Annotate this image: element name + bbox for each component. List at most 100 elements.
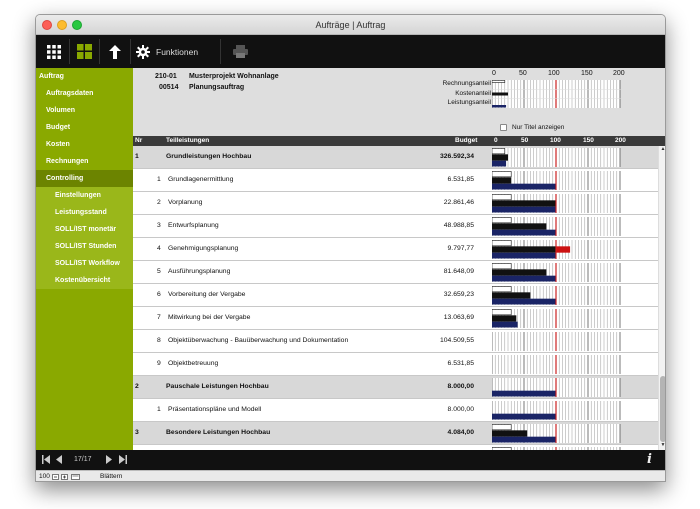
- row-title: Entwurfsplanung: [168, 222, 219, 229]
- performance-bar: [492, 105, 507, 108]
- row-budget: 8.000,00: [447, 406, 474, 413]
- close-window-button[interactable]: [42, 20, 52, 30]
- row-title: Objektbetreuung: [168, 360, 219, 367]
- col-scale-tick: 0: [494, 137, 498, 144]
- performance-bar: [492, 298, 556, 305]
- col-scale-tick: 200: [615, 137, 626, 144]
- row-progress-chart: [492, 332, 621, 351]
- scroll-up-icon[interactable]: ▲: [659, 146, 665, 153]
- row-number: 2: [157, 199, 161, 206]
- minimize-window-button[interactable]: [57, 20, 67, 30]
- next-record-icon[interactable]: [106, 455, 112, 466]
- invoice-bar: [492, 424, 512, 431]
- sidebar-subitem-einstellungen[interactable]: Einstellungen: [36, 187, 133, 204]
- sidebar: Auftrag Auftragsdaten Volumen Budget Kos…: [36, 68, 133, 450]
- up-button[interactable]: [103, 39, 127, 64]
- grid-button[interactable]: [42, 39, 66, 64]
- table-group-row[interactable]: 1 Grundleistungen Hochbau 326.592,34: [133, 146, 658, 169]
- table-row[interactable]: 2 Vorplanung 22.861,46: [133, 192, 658, 215]
- cost-bar: [492, 292, 531, 299]
- row-progress-chart: [492, 263, 621, 282]
- row-number: 4: [157, 245, 161, 252]
- row-number: 6: [157, 291, 161, 298]
- performance-table: 1 Grundleistungen Hochbau 326.592,34 1 Grund…: [133, 146, 658, 450]
- scroll-thumb[interactable]: [660, 376, 665, 442]
- table-group-row[interactable]: 3 Besondere Leistungen Hochbau 4.084,00: [133, 422, 658, 445]
- zoom-level[interactable]: 100: [39, 473, 50, 480]
- table-row[interactable]: 5 Ausführungsplanung 81.648,09: [133, 261, 658, 284]
- row-title: Präsentationspläne und Modell: [168, 406, 262, 413]
- mode-label[interactable]: Blättern: [100, 473, 122, 480]
- table-row[interactable]: 6 Vorbereitung der Vergabe 32.659,23: [133, 284, 658, 307]
- previous-record-icon[interactable]: [56, 455, 62, 466]
- invoice-bar: [492, 148, 506, 155]
- print-button[interactable]: [228, 39, 252, 64]
- functions-label: Funktionen: [156, 46, 199, 57]
- row-number: 1: [157, 406, 161, 413]
- sidebar-item-auftragsdaten[interactable]: Auftragsdaten: [36, 85, 133, 102]
- sidebar-subitem-soll-ist-stunden[interactable]: SOLL/IST Stunden: [36, 238, 133, 255]
- titles-only-toggle[interactable]: Nur Titel anzeigen: [500, 124, 564, 131]
- zoom-in-icon[interactable]: [61, 474, 68, 481]
- scroll-down-icon[interactable]: ▼: [659, 442, 665, 449]
- sidebar-item-budget[interactable]: Budget: [36, 119, 133, 136]
- table-row[interactable]: 3 Entwurfsplanung 48.988,85: [133, 215, 658, 238]
- titles-only-checkbox[interactable]: [500, 124, 507, 131]
- sidebar-header-auftrag[interactable]: Auftrag: [36, 68, 133, 85]
- table-group-row[interactable]: 2 Pauschale Leistungen Hochbau 8.000,00: [133, 376, 658, 399]
- cost-bar: [492, 430, 528, 437]
- row-progress-chart: [492, 217, 621, 236]
- table-row[interactable]: 4 Genehmigungsplanung 9.797,77: [133, 238, 658, 261]
- row-progress-chart: [492, 194, 621, 213]
- sidebar-subitem-soll-ist-workflow[interactable]: SOLL/IST Workflow: [36, 255, 133, 272]
- row-budget: 32.659,23: [443, 291, 474, 298]
- titles-only-label: Nur Titel anzeigen: [512, 124, 565, 131]
- functions-button[interactable]: Funktionen: [136, 39, 216, 64]
- sidebar-item-rechnungen[interactable]: Rechnungen: [36, 153, 133, 170]
- sidebar-subitem-soll-ist-monetaer[interactable]: SOLL/IST monetär: [36, 221, 133, 238]
- invoice-bar: [492, 240, 512, 247]
- row-progress-chart: [492, 309, 621, 328]
- table-row[interactable]: 8 Objektüberwachung - Bauüberwachung und …: [133, 330, 658, 353]
- sidebar-subitem-leistungsstand[interactable]: Leistungsstand: [36, 204, 133, 221]
- row-number: 7: [157, 314, 161, 321]
- layout-toggle-icon[interactable]: [71, 474, 80, 481]
- col-scale-tick: 100: [550, 137, 561, 144]
- sidebar-item-controlling[interactable]: Controlling: [36, 170, 133, 187]
- sidebar-item-volumen[interactable]: Volumen: [36, 102, 133, 119]
- row-progress-chart: [492, 401, 621, 420]
- last-record-icon[interactable]: [119, 455, 127, 466]
- legend-bars: [492, 80, 621, 108]
- table-row[interactable]: 9 Objektbetreuung 6.531,85: [133, 353, 658, 376]
- row-progress-chart: [492, 355, 621, 374]
- row-title: Objektüberwachung - Bauüberwachung und D…: [168, 337, 349, 344]
- legend-scale: 0 50 100 150 200: [492, 70, 625, 78]
- bottom-bar: 100 Blättern: [36, 470, 665, 481]
- cost-share-bar: [492, 89, 621, 99]
- invoice-share-label: Rechnungsanteil: [442, 80, 491, 87]
- info-icon[interactable]: i: [647, 452, 652, 467]
- invoice-bar: [492, 80, 506, 83]
- sidebar-subitem-kostenuebersicht[interactable]: Kostenübersicht: [36, 272, 133, 289]
- table-row[interactable]: 1 Grundlagenermittlung 6.531,85: [133, 169, 658, 192]
- layout-button[interactable]: [72, 39, 96, 64]
- main-content: 210-01 Musterprojekt Wohnanlage 00514 Pl…: [133, 68, 665, 450]
- performance-bar: [492, 436, 556, 443]
- sidebar-submenu: Einstellungen Leistungsstand SOLL/IST mo…: [36, 187, 133, 289]
- zoom-window-button[interactable]: [72, 20, 82, 30]
- vertical-scrollbar[interactable]: ▲ ▼: [658, 146, 665, 450]
- first-record-icon[interactable]: [42, 455, 50, 466]
- grid-icon: [47, 44, 61, 59]
- project-number: 210-01: [155, 73, 177, 80]
- table-header: Nr Teilleistungen Budget 0 50 100 150 20…: [133, 136, 665, 146]
- table-row[interactable]: 7 Mitwirkung bei der Vergabe 13.063,69: [133, 307, 658, 330]
- title-bar: Aufträge | Auftrag: [36, 15, 665, 35]
- cost-bar: [492, 223, 547, 230]
- layout-icon: [76, 44, 92, 59]
- col-scale-tick: 150: [583, 137, 594, 144]
- project-line: 210-01 Musterprojekt Wohnanlage: [155, 73, 279, 80]
- toolbar: Funktionen: [36, 35, 665, 68]
- table-row[interactable]: 1 Präsentationspläne und Modell 8.000,00: [133, 399, 658, 422]
- zoom-out-icon[interactable]: [52, 474, 59, 481]
- sidebar-item-kosten[interactable]: Kosten: [36, 136, 133, 153]
